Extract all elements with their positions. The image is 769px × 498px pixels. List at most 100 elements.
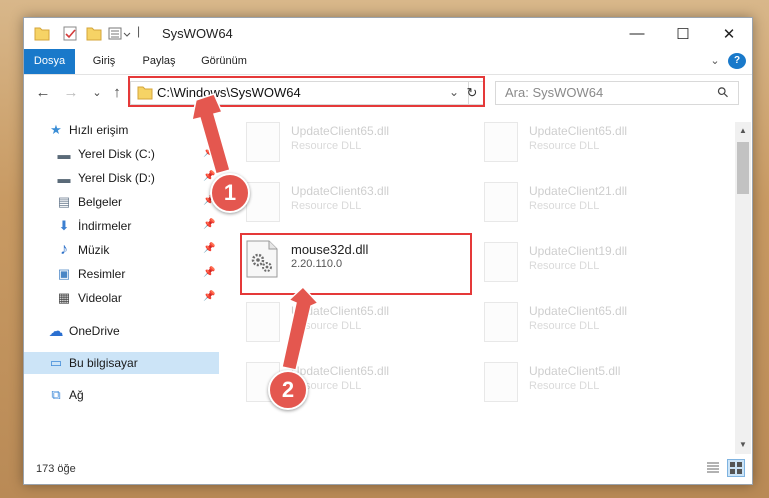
sidebar-item-pictures[interactable]: ▣ Resimler 📌	[24, 263, 219, 285]
sidebar-item-videos[interactable]: ▦ Videolar 📌	[24, 287, 219, 309]
tab-home[interactable]: Giriş	[84, 49, 124, 74]
file-name: UpdateClient63.dll	[291, 184, 390, 198]
download-icon: ⬇	[58, 218, 70, 233]
window-title: SysWOW64	[162, 26, 233, 41]
new-folder-icon[interactable]	[86, 25, 102, 42]
drive-icon: ▬	[57, 146, 71, 162]
search-box[interactable]: Ara: SysWOW64 ⚲	[495, 81, 739, 105]
title-separator: |	[137, 24, 141, 38]
up-button[interactable]: ↑	[106, 81, 128, 103]
file-tile[interactable]: UpdateClient65.dll Resource DLL	[240, 116, 466, 168]
tab-view[interactable]: Görünüm	[194, 49, 254, 74]
back-button[interactable]: ←	[32, 81, 54, 103]
file-description: Resource DLL	[291, 320, 362, 332]
dll-file-icon	[484, 242, 518, 282]
sidebar-item-label: Resimler	[78, 267, 126, 281]
pin-icon[interactable]: 📌	[203, 219, 215, 230]
computer-icon: ▭	[49, 355, 63, 370]
file-tile[interactable]: UpdateClient65.dll Resource DLL	[478, 296, 704, 348]
sidebar-item-downloads[interactable]: ⬇ İndirmeler 📌	[24, 215, 219, 237]
sidebar-item-label: Hızlı erişim	[69, 123, 129, 137]
address-highlight-box	[128, 76, 485, 107]
file-name: UpdateClient65.dll	[529, 304, 628, 318]
pin-icon[interactable]: 📌	[203, 267, 215, 278]
details-view-icon[interactable]	[705, 460, 721, 476]
sidebar-item-label: Müzik	[78, 243, 110, 257]
pin-icon[interactable]: 📌	[203, 243, 215, 254]
network-icon: ⧉	[51, 387, 61, 402]
sidebar-item-this-pc[interactable]: ▭ Bu bilgisayar	[24, 352, 219, 374]
file-description: Resource DLL	[291, 140, 362, 152]
sidebar-item-onedrive[interactable]: ☁ OneDrive	[24, 320, 219, 342]
documents-icon: ▤	[57, 194, 71, 209]
file-description: Resource DLL	[529, 140, 600, 152]
minimize-button[interactable]: —	[614, 18, 660, 49]
pin-icon[interactable]: 📌	[203, 147, 215, 158]
properties-icon[interactable]	[62, 25, 78, 42]
dll-file-icon	[484, 122, 518, 162]
title-bar: | SysWOW64 — ☐ ✕	[24, 18, 752, 49]
ribbon: Dosya Giriş Paylaş Görünüm ⌄ ?	[24, 49, 752, 75]
pin-icon[interactable]: 📌	[203, 291, 215, 302]
forward-button[interactable]: →	[60, 81, 82, 103]
sidebar-item-documents[interactable]: ▤ Belgeler 📌	[24, 191, 219, 213]
sidebar-item-music[interactable]: ♪ Müzik 📌	[24, 239, 219, 261]
sidebar-item-label: OneDrive	[69, 324, 120, 338]
dll-file-icon	[246, 182, 280, 222]
search-input[interactable]: Ara: SysWOW64	[505, 85, 603, 100]
file-description: Resource DLL	[529, 200, 600, 212]
customize-toolbar-icon[interactable]	[108, 25, 132, 42]
file-description: Resource DLL	[529, 260, 600, 272]
dll-file-icon	[246, 302, 280, 342]
cloud-icon: ☁	[48, 323, 64, 340]
dll-file-icon	[484, 302, 518, 342]
sidebar-item-label: Videolar	[78, 291, 122, 305]
sidebar-item-label: Yerel Disk (D:)	[78, 171, 155, 185]
file-name: UpdateClient65.dll	[291, 364, 390, 378]
file-highlight-box	[240, 233, 472, 295]
file-name: UpdateClient65.dll	[291, 304, 390, 318]
folder-icon	[34, 27, 50, 41]
file-tile[interactable]: UpdateClient21.dll Resource DLL	[478, 176, 704, 228]
tab-file[interactable]: Dosya	[24, 49, 75, 74]
file-description: Resource DLL	[529, 380, 600, 392]
sidebar-item-label: Belgeler	[78, 195, 123, 209]
file-description: Resource DLL	[529, 320, 600, 332]
tiles-view-icon[interactable]	[727, 459, 745, 477]
file-tile[interactable]: UpdateClient65.dll Resource DLL	[240, 296, 466, 348]
sidebar-item-label: Yerel Disk (C:)	[78, 147, 155, 161]
star-icon: ★	[50, 122, 62, 137]
maximize-button[interactable]: ☐	[660, 18, 706, 49]
file-name: UpdateClient5.dll	[529, 364, 621, 378]
ribbon-collapse-button[interactable]: ⌄	[706, 49, 724, 74]
step-1-marker: 1	[210, 173, 250, 213]
sidebar-item-local-disk-d[interactable]: ▬ Yerel Disk (D:) 📌	[24, 167, 219, 189]
file-tile[interactable]: UpdateClient5.dll Resource DLL	[478, 356, 704, 408]
search-icon[interactable]: ⚲	[713, 83, 732, 102]
scrollbar-thumb[interactable]	[737, 142, 749, 194]
sidebar-item-label: Bu bilgisayar	[69, 356, 138, 370]
sidebar-item-network[interactable]: ⧉ Ağ	[24, 384, 219, 406]
sidebar-item-local-disk-c[interactable]: ▬ Yerel Disk (C:) 📌	[24, 143, 219, 165]
scroll-up-icon[interactable]: ▲	[739, 126, 747, 135]
drive-icon: ▬	[57, 170, 71, 186]
step-2-marker: 2	[268, 370, 308, 410]
help-button[interactable]: ?	[728, 53, 746, 69]
tab-share[interactable]: Paylaş	[134, 49, 184, 74]
sidebar-item-label: İndirmeler	[78, 219, 132, 233]
file-description: Resource DLL	[291, 200, 362, 212]
scroll-down-icon[interactable]: ▼	[739, 440, 747, 449]
dll-file-icon	[484, 182, 518, 222]
recent-locations-button[interactable]: ⌄	[86, 81, 108, 103]
status-bar: 173 öğe	[24, 454, 752, 484]
file-tile[interactable]: UpdateClient65.dll Resource DLL	[478, 116, 704, 168]
dll-file-icon	[484, 362, 518, 402]
pictures-icon: ▣	[57, 266, 71, 281]
close-button[interactable]: ✕	[706, 18, 752, 49]
music-icon: ♪	[60, 241, 68, 258]
sidebar-item-quick-access[interactable]: ★ Hızlı erişim	[24, 119, 219, 141]
file-tile[interactable]: UpdateClient19.dll Resource DLL	[478, 236, 704, 288]
file-name: UpdateClient21.dll	[529, 184, 628, 198]
file-tile[interactable]: UpdateClient63.dll Resource DLL	[240, 176, 466, 228]
vertical-scrollbar[interactable]: ▲ ▼	[735, 122, 751, 454]
